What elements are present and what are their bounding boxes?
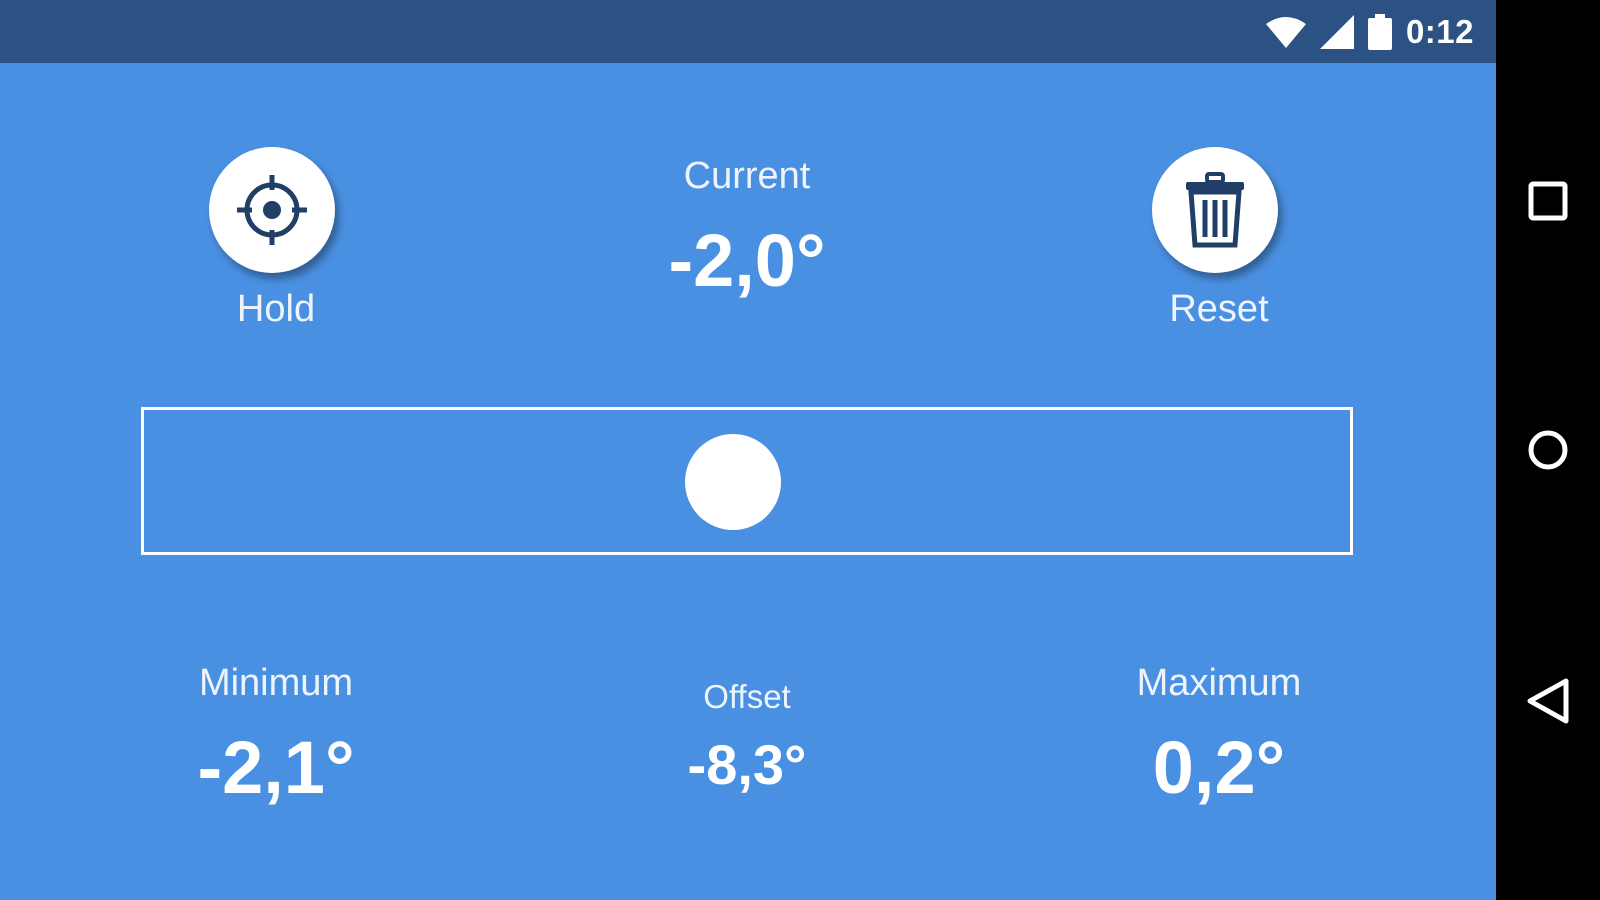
- offset-value: -8,3°: [687, 733, 807, 796]
- recents-square-icon: [1528, 181, 1568, 221]
- back-triangle-icon: [1527, 678, 1569, 724]
- home-circle-icon: [1528, 430, 1568, 470]
- battery-icon: [1367, 14, 1392, 50]
- trash-icon: [1186, 172, 1244, 248]
- hold-button[interactable]: [209, 147, 335, 273]
- minimum-label: Minimum: [198, 662, 354, 704]
- level-bubble: [685, 434, 781, 530]
- current-value: -2,0°: [668, 219, 826, 302]
- status-icons: 0:12: [1265, 12, 1474, 52]
- wifi-icon: [1265, 17, 1306, 48]
- current-label: Current: [683, 155, 811, 197]
- reset-label: Reset: [1169, 288, 1269, 330]
- recents-button[interactable]: [1496, 156, 1600, 246]
- offset-label: Offset: [703, 678, 791, 715]
- back-button[interactable]: [1496, 656, 1600, 746]
- status-time: 0:12: [1405, 13, 1474, 50]
- cell-signal-icon: [1319, 15, 1354, 49]
- status-bar: 0:12: [0, 0, 1496, 63]
- maximum-value: 0,2°: [1152, 726, 1286, 809]
- crosshair-icon: [237, 175, 307, 245]
- minimum-value: -2,1°: [197, 726, 355, 809]
- hold-label: Hold: [236, 288, 316, 330]
- navigation-bar: [1496, 0, 1600, 900]
- level-screen: 0:12 Hold Current -2,0° Reset Minimum -2…: [0, 0, 1496, 900]
- maximum-label: Maximum: [1136, 662, 1302, 704]
- reset-button[interactable]: [1152, 147, 1278, 273]
- home-button[interactable]: [1496, 405, 1600, 495]
